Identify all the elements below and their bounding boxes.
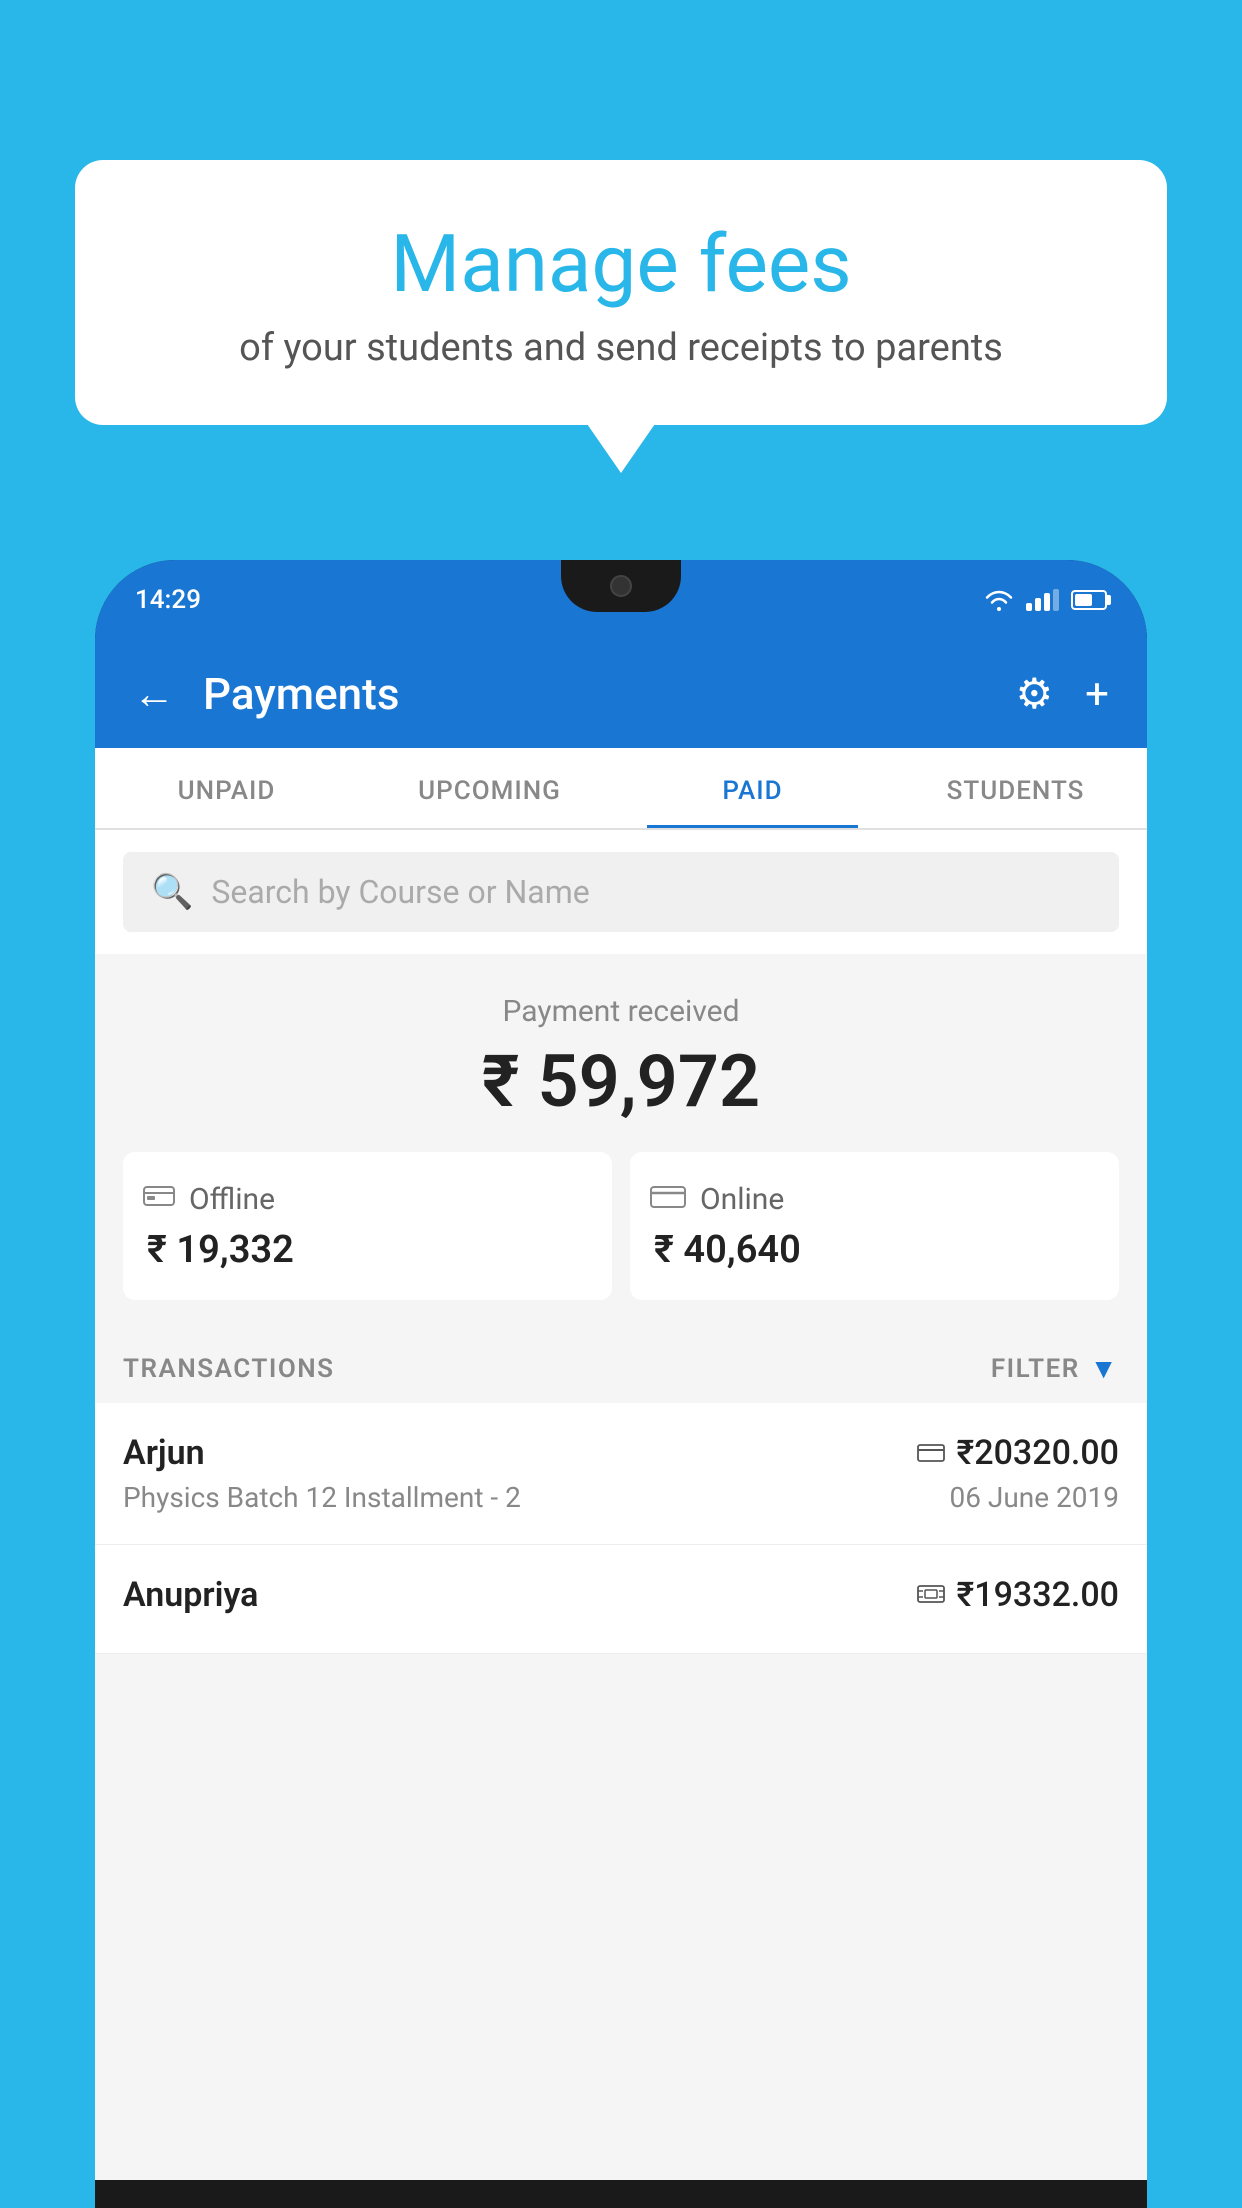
tab-bar: UNPAID UPCOMING PAID STUDENTS bbox=[95, 748, 1147, 830]
card-pay-icon bbox=[917, 1437, 945, 1470]
header-left: ← Payments bbox=[133, 668, 399, 720]
payment-cards: Offline ₹ 19,332 Online bbox=[123, 1152, 1119, 1300]
speech-bubble-title: Manage fees bbox=[125, 220, 1117, 308]
transaction-amount-anupriya: ₹19332.00 bbox=[957, 1575, 1119, 1615]
transaction-bottom-arjun: Physics Batch 12 Installment - 2 06 June… bbox=[123, 1481, 1119, 1514]
offline-icon bbox=[143, 1180, 175, 1218]
wifi-icon bbox=[984, 589, 1014, 611]
search-icon: 🔍 bbox=[151, 872, 193, 912]
transactions-label: TRANSACTIONS bbox=[123, 1354, 335, 1384]
transaction-desc-arjun: Physics Batch 12 Installment - 2 bbox=[123, 1481, 521, 1514]
tab-unpaid[interactable]: UNPAID bbox=[95, 748, 358, 828]
filter-button[interactable]: FILTER ▼ bbox=[991, 1352, 1119, 1385]
transaction-list: Arjun ₹20320.00 Physics bbox=[95, 1403, 1147, 1654]
settings-button[interactable]: ⚙ bbox=[1016, 669, 1054, 719]
battery-tip bbox=[1107, 595, 1111, 605]
online-card: Online ₹ 40,640 bbox=[630, 1152, 1119, 1300]
transaction-amount-arjun: ₹20320.00 bbox=[957, 1433, 1119, 1473]
transaction-name-arjun: Arjun bbox=[123, 1433, 205, 1473]
tab-upcoming[interactable]: UPCOMING bbox=[358, 748, 621, 828]
phone-wrapper: 14:29 bbox=[95, 560, 1147, 2208]
search-placeholder-text: Search by Course or Name bbox=[211, 873, 589, 911]
tab-students[interactable]: STUDENTS bbox=[884, 748, 1147, 828]
transaction-amount-wrap-arjun: ₹20320.00 bbox=[917, 1433, 1119, 1473]
payment-total-amount: ₹ 59,972 bbox=[123, 1039, 1119, 1124]
offline-label: Offline bbox=[189, 1182, 275, 1217]
cash-pay-icon bbox=[917, 1579, 945, 1612]
offline-card-header: Offline bbox=[143, 1180, 275, 1218]
content-area: 🔍 Search by Course or Name Payment recei… bbox=[95, 830, 1147, 2180]
search-container: 🔍 Search by Course or Name bbox=[95, 830, 1147, 954]
signal-icon bbox=[1026, 589, 1059, 611]
camera-dot bbox=[610, 575, 632, 597]
speech-bubble-subtitle: of your students and send receipts to pa… bbox=[125, 326, 1117, 370]
status-time: 14:29 bbox=[135, 585, 201, 615]
tab-paid[interactable]: PAID bbox=[621, 748, 884, 828]
header-right: ⚙ + bbox=[1016, 669, 1110, 719]
transaction-name-anupriya: Anupriya bbox=[123, 1575, 258, 1615]
table-row[interactable]: Arjun ₹20320.00 Physics bbox=[95, 1403, 1147, 1545]
search-bar[interactable]: 🔍 Search by Course or Name bbox=[123, 852, 1119, 932]
header-title: Payments bbox=[203, 668, 399, 720]
offline-card: Offline ₹ 19,332 bbox=[123, 1152, 612, 1300]
transactions-header: TRANSACTIONS FILTER ▼ bbox=[95, 1328, 1147, 1403]
online-card-header: Online bbox=[650, 1180, 784, 1218]
transaction-amount-wrap-anupriya: ₹19332.00 bbox=[917, 1575, 1119, 1615]
filter-label: FILTER bbox=[991, 1354, 1080, 1384]
speech-bubble: Manage fees of your students and send re… bbox=[75, 160, 1167, 425]
online-icon bbox=[650, 1180, 686, 1218]
app-header: ← Payments ⚙ + bbox=[95, 640, 1147, 748]
phone-frame: 14:29 bbox=[95, 560, 1147, 2208]
battery-fill bbox=[1075, 594, 1092, 606]
phone-notch bbox=[561, 560, 681, 612]
add-button[interactable]: + bbox=[1085, 670, 1109, 719]
table-row[interactable]: Anupriya bbox=[95, 1545, 1147, 1654]
payment-received-label: Payment received bbox=[123, 994, 1119, 1029]
status-icons bbox=[984, 589, 1107, 611]
offline-amount: ₹ 19,332 bbox=[143, 1228, 294, 1272]
online-label: Online bbox=[700, 1182, 784, 1217]
transaction-date-arjun: 06 June 2019 bbox=[949, 1481, 1119, 1514]
transaction-top-arjun: Arjun ₹20320.00 bbox=[123, 1433, 1119, 1473]
online-amount: ₹ 40,640 bbox=[650, 1228, 801, 1272]
payment-summary: Payment received ₹ 59,972 bbox=[95, 954, 1147, 1328]
battery-icon bbox=[1071, 590, 1107, 610]
back-button[interactable]: ← bbox=[133, 670, 175, 719]
speech-bubble-container: Manage fees of your students and send re… bbox=[75, 160, 1167, 425]
status-bar: 14:29 bbox=[95, 560, 1147, 640]
filter-icon: ▼ bbox=[1090, 1352, 1119, 1385]
transaction-top-anupriya: Anupriya bbox=[123, 1575, 1119, 1615]
